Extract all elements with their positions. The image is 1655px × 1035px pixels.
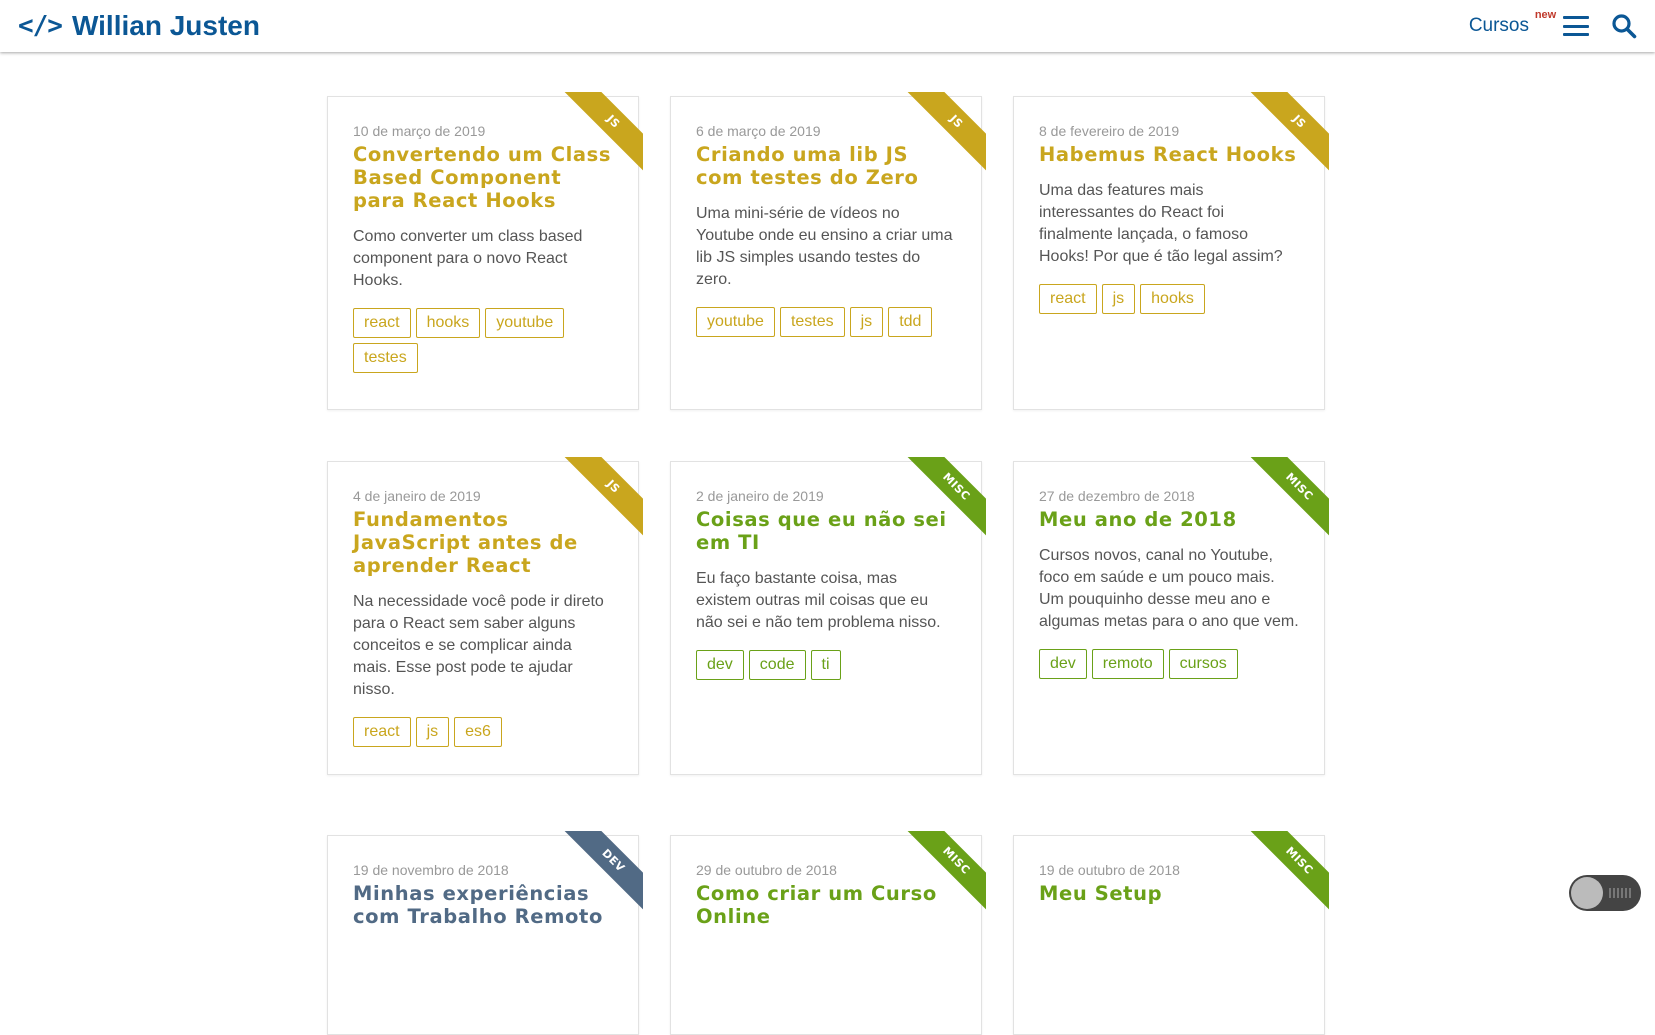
post-card[interactable]: MISC 27 de dezembro de 2018 Meu ano de 201… <box>1013 457 1329 775</box>
top-navbar: </> Willian Justen Cursos new <box>0 0 1655 52</box>
category-ribbon: DEV <box>561 831 643 913</box>
category-ribbon: JS <box>1247 92 1329 174</box>
tag-list: react hooks youtube testes <box>353 308 613 373</box>
tag-react[interactable]: react <box>353 308 411 338</box>
category-label: JS <box>904 92 986 174</box>
tag-cursos[interactable]: cursos <box>1168 649 1238 679</box>
post-card[interactable]: MISC 2 de janeiro de 2019 Coisas que eu nã… <box>670 457 986 775</box>
tag-react[interactable]: react <box>1039 284 1097 314</box>
post-card[interactable]: JS 8 de fevereiro de 2019 Habemus React Ho… <box>1013 92 1329 410</box>
tag-remoto[interactable]: remoto <box>1091 649 1164 679</box>
category-label: JS <box>561 457 643 539</box>
site-logo-link[interactable]: </> Willian Justen <box>18 10 260 42</box>
category-ribbon: JS <box>561 457 643 539</box>
category-label: JS <box>1247 92 1329 174</box>
category-ribbon: MISC <box>1247 831 1329 913</box>
tag-youtube[interactable]: youtube <box>696 307 775 337</box>
tag-code[interactable]: code <box>748 650 806 680</box>
post-description: Como converter um class based component … <box>353 228 583 289</box>
post-card[interactable]: JS 6 de março de 2019 Criando uma lib JS c… <box>670 92 986 410</box>
post-card[interactable]: MISC 19 de outubro de 2018 Meu Setup <box>1013 831 1329 1035</box>
category-ribbon: JS <box>561 92 643 174</box>
tag-tdd[interactable]: tdd <box>888 307 933 337</box>
tag-js[interactable]: js <box>1101 284 1136 314</box>
tag-list: dev remoto cursos <box>1039 649 1299 679</box>
cursos-label: Cursos <box>1468 15 1529 36</box>
category-label: MISC <box>1247 831 1329 913</box>
post-description: Uma mini-série de vídeos no Youtube onde… <box>696 205 953 288</box>
site-name: Willian Justen <box>71 10 260 41</box>
category-label: MISC <box>904 831 986 913</box>
category-label: JS <box>561 92 643 174</box>
category-ribbon: MISC <box>904 831 986 913</box>
code-brackets-icon: </> <box>18 11 63 41</box>
tag-testes[interactable]: testes <box>779 307 845 337</box>
hamburger-menu-icon[interactable] <box>1563 16 1589 36</box>
post-card[interactable]: DEV 19 de novembro de 2018 Minhas experiên… <box>327 831 643 1035</box>
new-badge: new <box>1534 9 1557 21</box>
tag-hooks[interactable]: hooks <box>415 308 481 338</box>
nav-actions: Cursos new <box>1469 0 1655 52</box>
post-description: Na necessidade você pode ir direto para … <box>353 593 604 698</box>
tag-react[interactable]: react <box>353 717 411 747</box>
post-description: Cursos novos, canal no Youtube, foco em … <box>1039 547 1299 630</box>
category-label: MISC <box>1247 457 1329 539</box>
tag-ti[interactable]: ti <box>810 650 841 680</box>
tag-list: youtube testes js tdd <box>696 307 956 337</box>
tag-dev[interactable]: dev <box>1039 649 1087 679</box>
category-label: DEV <box>561 831 643 913</box>
category-ribbon: MISC <box>1247 457 1329 539</box>
category-label: MISC <box>904 457 986 539</box>
post-card[interactable]: MISC 29 de outubro de 2018 Como criar um C… <box>670 831 986 1035</box>
cursos-link[interactable]: Cursos new <box>1468 9 1556 37</box>
tag-hooks[interactable]: hooks <box>1140 284 1205 314</box>
toggle-knob <box>1571 877 1603 909</box>
search-icon[interactable] <box>1611 13 1637 39</box>
tag-testes[interactable]: testes <box>353 343 418 373</box>
tag-dev[interactable]: dev <box>696 650 744 680</box>
tag-js[interactable]: js <box>415 717 450 747</box>
category-ribbon: JS <box>904 92 986 174</box>
tag-youtube[interactable]: youtube <box>485 308 565 338</box>
tag-list: dev code ti <box>696 650 956 680</box>
tag-list: react js hooks <box>1039 284 1299 314</box>
tag-list: react js es6 <box>353 717 613 747</box>
post-card[interactable]: JS 10 de março de 2019 Convertendo um Clas… <box>327 92 643 410</box>
post-card[interactable]: JS 4 de janeiro de 2019 Fundamentos JavaSc… <box>327 457 643 775</box>
tag-es6[interactable]: es6 <box>454 717 502 747</box>
category-ribbon: MISC <box>904 457 986 539</box>
toggle-track-lines <box>1609 888 1631 898</box>
post-description: Uma das features mais interessantes do R… <box>1039 182 1283 265</box>
post-description: Eu faço bastante coisa, mas existem outr… <box>696 570 941 631</box>
theme-toggle[interactable] <box>1569 875 1641 911</box>
tag-js[interactable]: js <box>849 307 884 337</box>
